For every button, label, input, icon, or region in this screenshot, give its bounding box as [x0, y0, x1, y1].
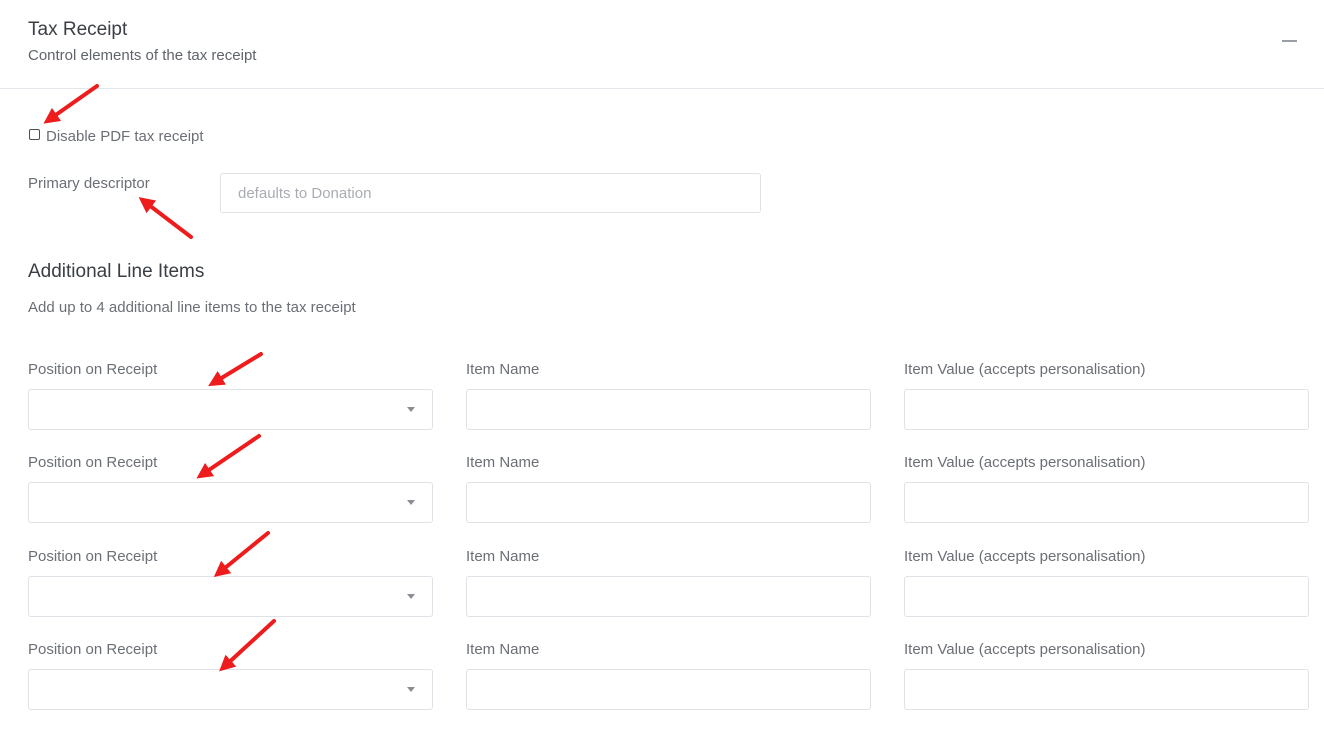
primary-descriptor-label: Primary descriptor [28, 175, 150, 192]
panel-header: Tax Receipt Control elements of the tax … [0, 0, 1324, 89]
item-value-input[interactable] [904, 482, 1309, 523]
position-select[interactable] [28, 576, 433, 617]
arrow-icon [213, 531, 270, 578]
position-select[interactable] [28, 389, 433, 430]
item-value-label: Item Value (accepts personalisation) [904, 361, 1146, 378]
item-value-label: Item Value (accepts personalisation) [904, 454, 1146, 471]
caret-down-icon [407, 407, 415, 412]
primary-descriptor-placeholder: defaults to Donation [238, 185, 372, 202]
additional-items-description: Add up to 4 additional line items to the… [28, 299, 356, 316]
arrow-icon [196, 434, 261, 479]
item-name-label: Item Name [466, 454, 540, 471]
caret-down-icon [407, 500, 415, 505]
arrow-icon [219, 619, 276, 672]
item-value-label: Item Value (accepts personalisation) [904, 641, 1146, 658]
arrow-icon [138, 197, 193, 239]
item-name-label: Item Name [466, 548, 540, 565]
position-label: Position on Receipt [28, 548, 158, 565]
primary-descriptor-input[interactable]: defaults to Donation [220, 173, 761, 213]
item-name-label: Item Name [466, 361, 540, 378]
position-label: Position on Receipt [28, 361, 158, 378]
item-value-input[interactable] [904, 576, 1309, 617]
item-name-input[interactable] [466, 669, 871, 710]
position-label: Position on Receipt [28, 454, 158, 471]
item-name-input[interactable] [466, 576, 871, 617]
disable-pdf-label: Disable PDF tax receipt [46, 128, 204, 145]
position-select[interactable] [28, 669, 433, 710]
disable-pdf-checkbox[interactable] [29, 129, 40, 140]
item-name-input[interactable] [466, 482, 871, 523]
caret-down-icon [407, 687, 415, 692]
item-value-input[interactable] [904, 389, 1309, 430]
item-name-input[interactable] [466, 389, 871, 430]
arrow-icon [208, 352, 263, 387]
panel-subtitle: Control elements of the tax receipt [28, 47, 257, 64]
item-name-label: Item Name [466, 641, 540, 658]
position-label: Position on Receipt [28, 641, 158, 658]
minus-icon[interactable] [1282, 33, 1298, 47]
caret-down-icon [407, 594, 415, 599]
arrow-icon [43, 84, 99, 124]
panel-title: Tax Receipt [28, 19, 128, 40]
item-value-label: Item Value (accepts personalisation) [904, 548, 1146, 565]
additional-items-title: Additional Line Items [28, 261, 205, 282]
item-value-input[interactable] [904, 669, 1309, 710]
position-select[interactable] [28, 482, 433, 523]
